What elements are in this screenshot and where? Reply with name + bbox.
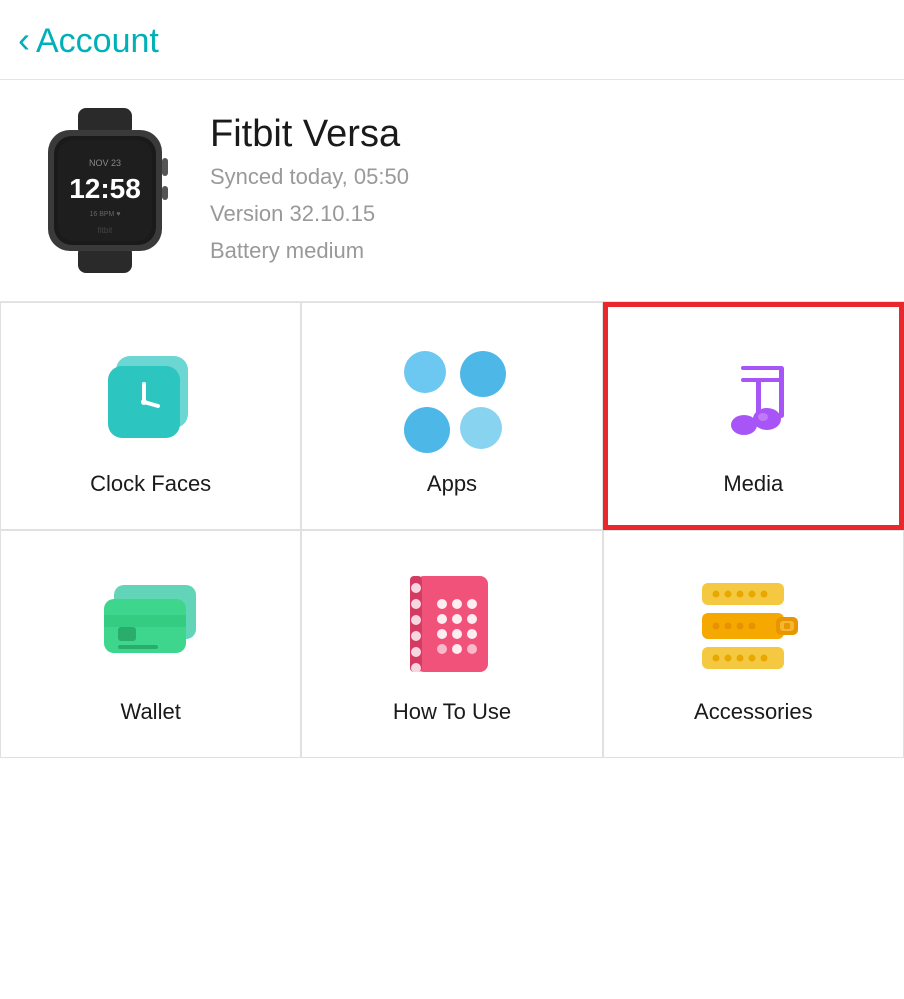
grid-item-apps[interactable]: Apps <box>301 302 602 530</box>
how-to-use-icon <box>402 574 502 679</box>
app-dot-2 <box>460 351 506 397</box>
grid-item-clock-faces[interactable]: Clock Faces <box>0 302 301 530</box>
svg-text:16 BPM ♥: 16 BPM ♥ <box>89 211 120 218</box>
app-dot-3 <box>404 407 450 453</box>
accessories-icon <box>698 579 808 674</box>
app-dot-1 <box>404 351 446 393</box>
device-synced: Synced today, 05:50 <box>210 160 409 193</box>
device-name: Fitbit Versa <box>210 114 409 156</box>
clock-faces-icon-container <box>96 343 206 453</box>
grid-item-accessories[interactable]: Accessories <box>603 530 904 758</box>
how-to-use-label: How To Use <box>393 699 511 725</box>
wallet-icon-container <box>96 571 206 681</box>
accessories-label: Accessories <box>694 699 813 725</box>
media-icon <box>701 346 806 451</box>
wallet-label: Wallet <box>121 699 181 725</box>
device-battery: Battery medium <box>210 234 409 267</box>
device-version: Version 32.10.15 <box>210 197 409 230</box>
grid-item-media[interactable]: Media <box>603 302 904 530</box>
grid-item-wallet[interactable]: Wallet <box>0 530 301 758</box>
watch-illustration: NOV 23 12:58 16 BPM ♥ fitbit <box>30 108 180 273</box>
how-to-use-icon-container <box>397 571 507 681</box>
apps-icon <box>404 351 499 446</box>
device-section: NOV 23 12:58 16 BPM ♥ fitbit Fitbit Vers… <box>0 80 904 302</box>
clock-faces-label: Clock Faces <box>90 471 211 497</box>
media-icon-container <box>698 343 808 453</box>
clock-faces-icon <box>98 346 203 451</box>
svg-text:NOV 23: NOV 23 <box>89 158 121 168</box>
back-button[interactable]: ‹ Account <box>18 22 880 61</box>
grid-item-how-to-use[interactable]: How To Use <box>301 530 602 758</box>
media-label: Media <box>723 471 783 497</box>
apps-label: Apps <box>427 471 477 497</box>
app-dot-4 <box>460 407 502 449</box>
svg-text:12:58: 12:58 <box>69 173 141 204</box>
device-info: Fitbit Versa Synced today, 05:50 Version… <box>210 114 409 267</box>
wallet-icon <box>96 581 206 671</box>
back-chevron-icon: ‹ <box>18 22 30 58</box>
header: ‹ Account <box>0 0 904 80</box>
svg-text:fitbit: fitbit <box>98 226 113 235</box>
apps-icon-container <box>397 343 507 453</box>
back-label: Account <box>36 22 159 61</box>
feature-grid: Clock Faces Apps <box>0 302 904 758</box>
device-image: NOV 23 12:58 16 BPM ♥ fitbit <box>30 108 180 273</box>
accessories-icon-container <box>698 571 808 681</box>
